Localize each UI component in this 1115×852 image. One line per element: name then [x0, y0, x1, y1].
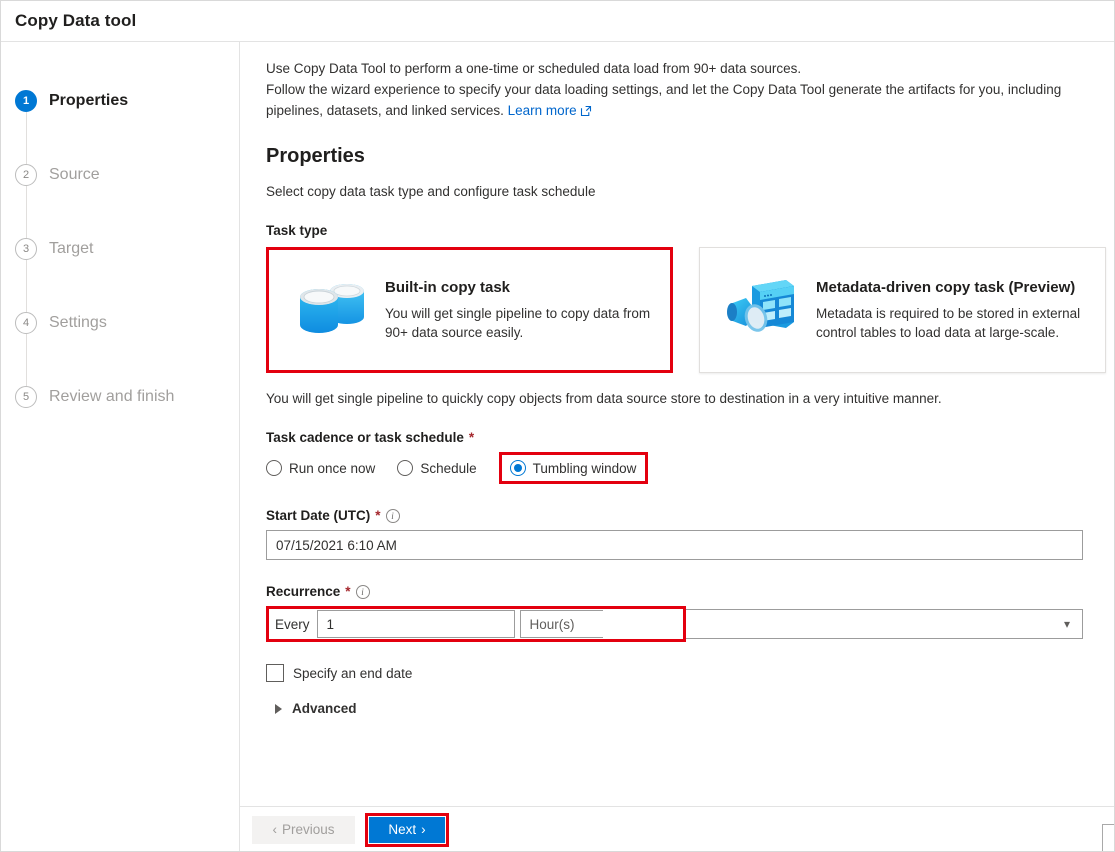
page-title: Properties: [266, 145, 365, 167]
radio-indicator-selected: [509, 460, 526, 476]
sidebar-step-review-and-finish[interactable]: 5 Review and finish: [1, 360, 239, 434]
step-number-badge: 3: [15, 238, 37, 260]
card-text-block: Built-in copy task You will get single p…: [379, 279, 656, 342]
radio-run-once-now[interactable]: Run once now: [266, 455, 375, 481]
task-cadence-label-text: Task cadence or task schedule: [266, 430, 464, 445]
recurrence-unit-value: Hour(s): [529, 616, 575, 632]
card-description: You will get single pipeline to copy dat…: [385, 305, 651, 340]
chevron-right-icon: [275, 703, 282, 714]
required-asterisk: *: [375, 508, 381, 523]
learn-more-link[interactable]: Learn more: [508, 103, 577, 118]
step-number-badge: 4: [15, 312, 37, 334]
advanced-label: Advanced: [292, 701, 357, 716]
metadata-magnifier-icon: [714, 267, 810, 353]
external-link-icon[interactable]: [580, 102, 592, 123]
info-icon[interactable]: i: [355, 584, 370, 599]
wizard-sidebar: 1 Properties 2 Source 3 Target 4 Setting…: [1, 42, 240, 851]
window-body: 1 Properties 2 Source 3 Target 4 Setting…: [1, 42, 1114, 851]
sidebar-step-target[interactable]: 3 Target: [1, 212, 239, 312]
recurrence-label-text: Recurrence: [266, 584, 341, 599]
specify-end-date-checkbox[interactable]: Specify an end date: [266, 664, 1106, 682]
next-button-label: Next: [388, 822, 417, 837]
recurrence-interval-value: 1: [326, 616, 335, 632]
chevron-left-icon: ‹: [272, 822, 277, 837]
task-type-label-text: Task type: [266, 223, 328, 238]
task-type-card-metadata-driven-copy[interactable]: Metadata-driven copy task (Preview) Meta…: [699, 247, 1106, 373]
step-number-badge: 5: [15, 386, 37, 408]
sidebar-step-properties[interactable]: 1 Properties: [1, 64, 239, 164]
main-panel: Use Copy Data Tool to perform a one-time…: [240, 42, 1114, 851]
recurrence-label: Recurrence * i: [266, 584, 1106, 599]
radio-label: Run once now: [289, 460, 376, 476]
radio-label: Tumbling window: [532, 460, 637, 476]
checkbox-indicator: [266, 664, 284, 682]
wizard-steps: 1 Properties 2 Source 3 Target 4 Setting…: [1, 64, 239, 434]
next-button-highlight: Next ›: [365, 812, 449, 847]
radio-label: Schedule: [420, 460, 477, 476]
next-button[interactable]: Next ›: [369, 816, 445, 843]
resize-corner-box[interactable]: [1102, 824, 1114, 851]
recurrence-unit-select[interactable]: Hour(s): [519, 610, 603, 638]
intro-paragraph: Use Copy Data Tool to perform a one-time…: [266, 58, 1106, 123]
sidebar-step-settings[interactable]: 4 Settings: [1, 286, 239, 386]
chevron-down-icon: ▾: [1063, 617, 1070, 631]
sidebar-step-label: Settings: [49, 314, 107, 331]
recurrence-unit-select-body[interactable]: ▾: [683, 609, 1083, 639]
chevron-right-icon: ›: [421, 822, 426, 837]
task-cadence-radio-group: Run once now Schedule Tumbling window: [266, 452, 1106, 484]
advanced-disclosure[interactable]: Advanced: [266, 701, 1106, 716]
radio-indicator: [397, 460, 414, 476]
radio-indicator: [266, 460, 282, 476]
sidebar-step-label: Source: [49, 166, 100, 183]
main-content: Use Copy Data Tool to perform a one-time…: [240, 42, 1114, 806]
previous-button[interactable]: ‹ Previous: [252, 815, 355, 844]
start-date-label-text: Start Date (UTC): [266, 508, 371, 523]
copy-data-tool-window: Copy Data tool 1 Properties 2 Source 3 T…: [0, 0, 1115, 852]
checkbox-label: Specify an end date: [293, 665, 413, 681]
task-type-label: Task type: [266, 223, 1106, 238]
intro-line-3: pipelines, datasets, and linked services…: [266, 103, 504, 118]
task-type-card-built-in-copy[interactable]: Built-in copy task You will get single p…: [266, 247, 673, 373]
sidebar-step-label: Properties: [49, 92, 129, 109]
step-number-badge: 2: [15, 164, 37, 186]
recurrence-highlight-box: Every 1 Hour(s): [266, 606, 686, 642]
required-asterisk: *: [345, 584, 351, 599]
previous-button-label: Previous: [281, 822, 335, 837]
wizard-footer: ‹ Previous Next ›: [240, 806, 1114, 851]
card-text-block: Metadata-driven copy task (Preview) Meta…: [810, 279, 1091, 342]
intro-line-1: Use Copy Data Tool to perform a one-time…: [266, 61, 802, 76]
start-date-input[interactable]: 07/15/2021 6:10 AM: [266, 530, 1083, 560]
info-icon[interactable]: i: [385, 508, 400, 523]
recurrence-every-label: Every: [269, 609, 317, 639]
recurrence-interval-input[interactable]: 1: [316, 610, 515, 638]
task-type-card-group: Built-in copy task You will get single p…: [266, 247, 1106, 373]
card-title: Built-in copy task: [385, 278, 511, 296]
radio-schedule[interactable]: Schedule: [397, 455, 477, 481]
start-date-value: 07/15/2021 6:10 AM: [276, 537, 397, 553]
step-number-badge: 1: [15, 90, 37, 112]
start-date-label: Start Date (UTC) * i: [266, 508, 1106, 523]
recurrence-row: Every 1 Hour(s) ▾: [266, 606, 1083, 642]
sidebar-step-label: Review and finish: [49, 388, 175, 405]
required-asterisk: *: [468, 430, 475, 445]
sidebar-step-source[interactable]: 2 Source: [1, 138, 239, 238]
radio-tumbling-window[interactable]: Tumbling window: [498, 452, 649, 484]
card-description: Metadata is required to be stored in ext…: [816, 305, 1081, 340]
window-title: Copy Data tool: [15, 11, 137, 30]
task-cadence-label: Task cadence or task schedule *: [266, 430, 1106, 445]
task-type-note: You will get single pipeline to quickly …: [266, 391, 942, 406]
page-subtitle: Select copy data task type and configure…: [266, 184, 596, 199]
sidebar-step-label: Target: [49, 240, 94, 257]
card-title: Metadata-driven copy task (Preview): [816, 278, 1076, 296]
window-titlebar: Copy Data tool: [1, 1, 1114, 42]
intro-line-2: Follow the wizard experience to specify …: [266, 82, 1062, 97]
database-stack-icon: [283, 267, 379, 353]
